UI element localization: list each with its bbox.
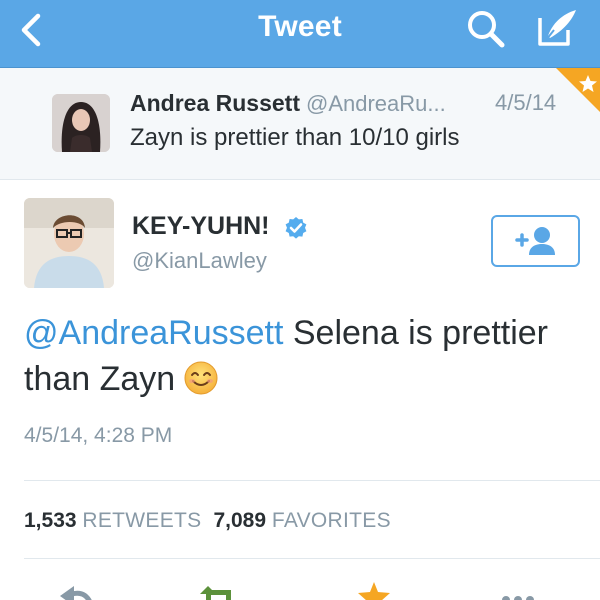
tweet-timestamp: 4/5/14, 4:28 PM [24,424,173,447]
parent-author-name[interactable]: Andrea Russett [130,90,300,116]
tweet-stats: 1,533 RETWEETS 7,089 FAVORITES [24,509,391,533]
favorited-corner-icon [556,68,600,112]
parent-header: Andrea Russett @AndreaRu... 4/5/14 [130,90,556,117]
avatar-photo [24,198,114,288]
retweets-count: 1,533 [24,509,77,532]
mention-link[interactable]: @AndreaRussett [24,314,283,352]
tweet-text: @AndreaRussett Selena is prettier than Z… [24,310,584,402]
follow-button[interactable] [491,215,580,267]
favorites-stat[interactable]: 7,089 FAVORITES [213,509,390,532]
parent-tweet[interactable]: Andrea Russett @AndreaRu... 4/5/14 Zayn i… [0,68,600,180]
compose-icon [538,10,576,46]
author-avatar[interactable] [24,198,114,288]
divider [24,558,600,559]
avatar-photo [52,94,110,152]
favorites-label: FAVORITES [271,509,391,532]
nav-bar: Tweet [0,0,600,68]
smiling-face-icon [184,361,218,395]
divider [24,480,600,481]
parent-avatar[interactable] [52,94,110,152]
favorites-count: 7,089 [213,509,267,532]
author-name[interactable]: KEY-YUHN! [132,212,270,241]
verified-badge-icon [285,217,307,239]
favorite-icon[interactable] [354,580,394,600]
retweet-icon[interactable] [200,580,240,600]
parent-tweet-text: Zayn is prettier than 10/10 girls [130,124,460,151]
page-title: Tweet [258,10,342,43]
retweets-stat[interactable]: 1,533 RETWEETS [24,509,201,532]
reply-icon[interactable] [56,580,96,600]
parent-date: 4/5/14 [495,90,557,115]
add-user-icon [515,227,555,255]
search-button[interactable] [462,6,510,52]
more-icon[interactable] [498,580,538,600]
author-handle: @KianLawley [132,248,267,273]
retweets-label: RETWEETS [82,509,202,532]
search-icon [468,11,505,48]
parent-author-handle: @AndreaRu... [305,91,446,116]
compose-button[interactable] [532,6,580,52]
